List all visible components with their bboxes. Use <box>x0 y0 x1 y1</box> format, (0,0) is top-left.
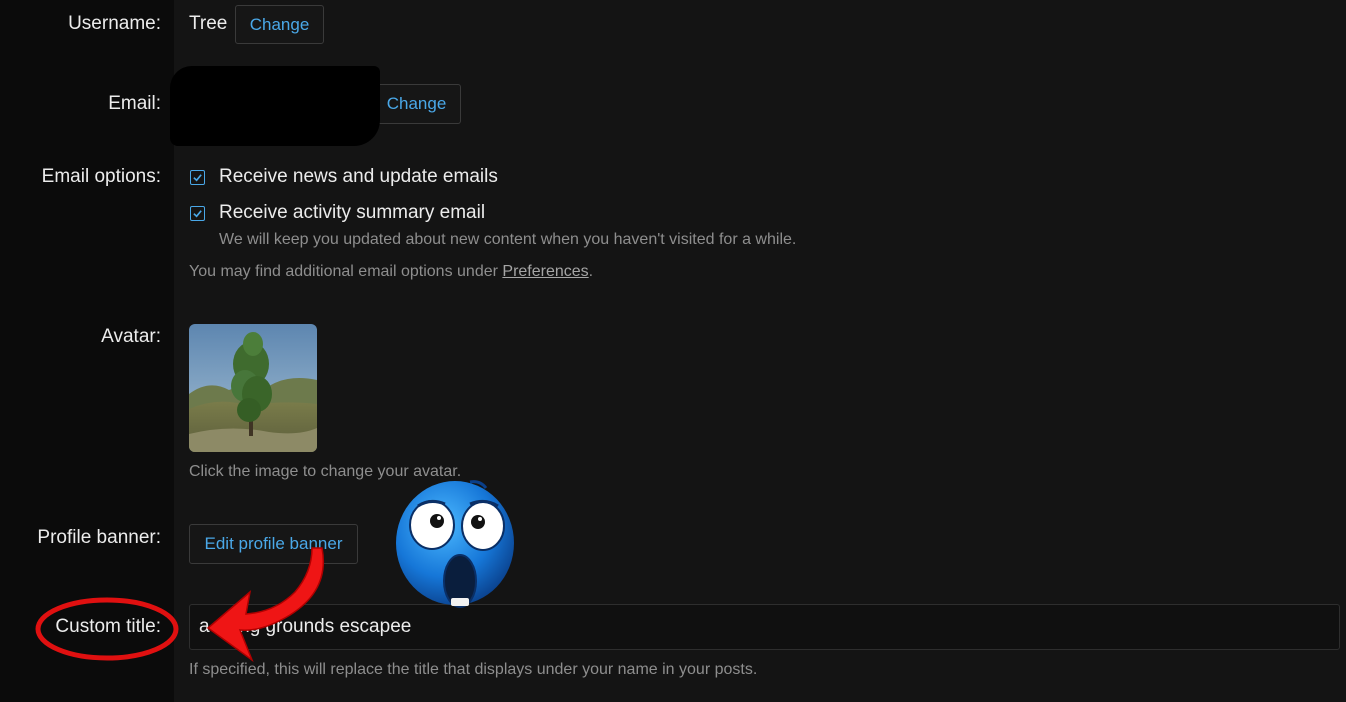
edit-profile-banner-button[interactable]: Edit profile banner <box>189 524 358 564</box>
activity-summary-option[interactable]: Receive activity summary email <box>219 202 485 224</box>
avatar-hint: Click the image to change your avatar. <box>189 463 462 480</box>
preferences-link[interactable]: Preferences <box>502 263 588 280</box>
custom-title-hint: If specified, this will replace the titl… <box>189 661 758 678</box>
email-options-label: Email options: <box>41 166 161 187</box>
change-email-button[interactable]: Change <box>372 84 461 124</box>
preferences-hint-end: . <box>588 263 594 280</box>
checkbox-icon[interactable] <box>190 206 205 221</box>
checkbox-icon[interactable] <box>190 170 205 185</box>
news-emails-option[interactable]: Receive news and update emails <box>219 166 498 188</box>
profile-banner-label: Profile banner: <box>37 527 161 548</box>
avatar[interactable] <box>189 324 317 452</box>
redacted-email <box>170 66 380 146</box>
username-value: Tree <box>189 13 228 34</box>
change-username-button[interactable]: Change <box>235 5 324 44</box>
preferences-hint-text: You may find additional email options un… <box>189 263 503 280</box>
email-label: Email: <box>108 93 161 114</box>
avatar-label: Avatar: <box>101 326 161 347</box>
preferences-hint: You may find additional email options un… <box>189 263 593 281</box>
custom-title-label: Custom title: <box>55 616 161 637</box>
username-label: Username: <box>68 13 161 34</box>
custom-title-input[interactable]: a oving grounds escapee <box>189 604 1340 650</box>
activity-hint: We will keep you updated about new conte… <box>219 231 797 248</box>
